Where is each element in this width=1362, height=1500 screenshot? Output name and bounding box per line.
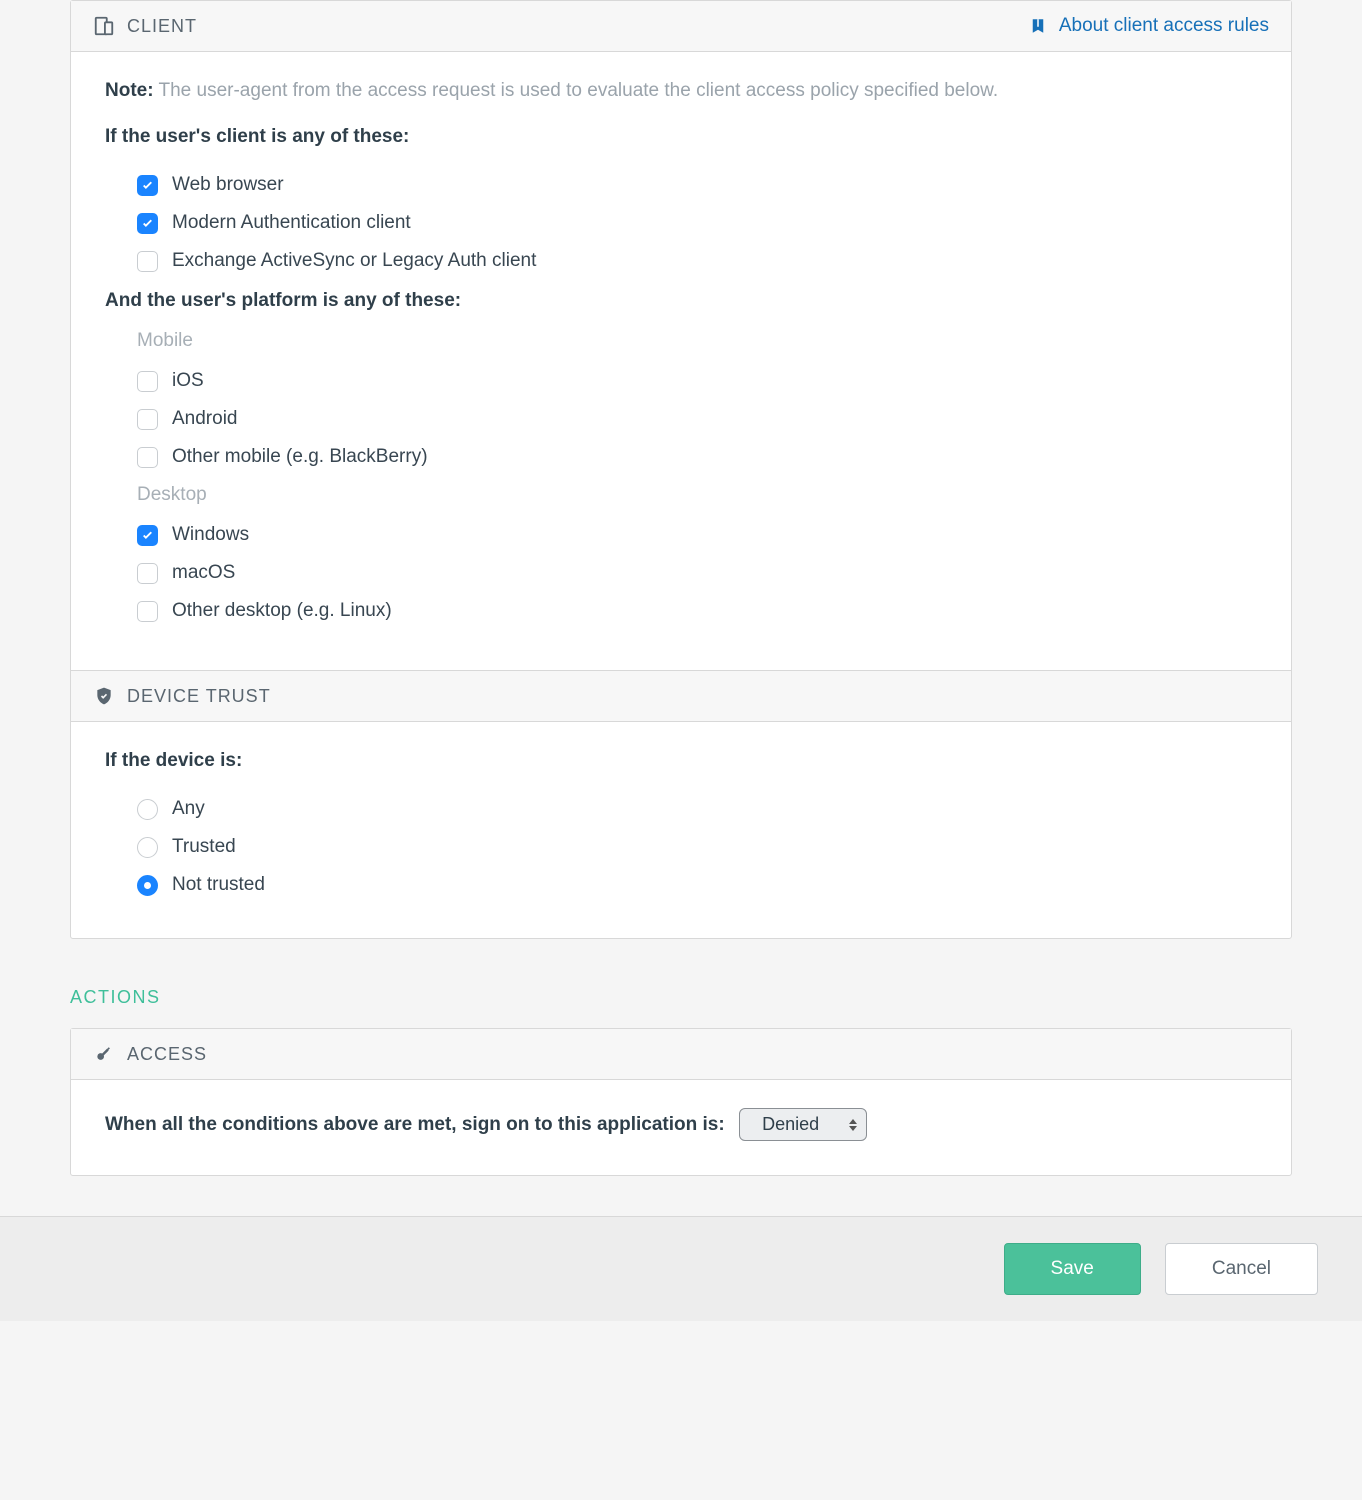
device-trust-heading: If the device is: — [105, 750, 1257, 772]
platform-0-0-row: iOS — [105, 362, 1257, 400]
device-trust-1-radio[interactable] — [137, 837, 158, 858]
device-trust-body: If the device is: Any Trusted Not trusted — [71, 722, 1291, 938]
platform-group-title: Desktop — [137, 484, 1257, 506]
client-option-0-row: Web browser — [105, 166, 1257, 204]
access-select-wrap: Denied — [739, 1108, 867, 1141]
platform-0-1-row: Android — [105, 400, 1257, 438]
note-text: The user-agent from the access request i… — [159, 80, 999, 101]
device-trust-panel-header: DEVICE TRUST — [71, 670, 1291, 722]
device-trust-0-row: Any — [105, 790, 1257, 828]
platform-0-1-checkbox[interactable] — [137, 409, 158, 430]
client-note: Note: The user-agent from the access req… — [105, 80, 1257, 102]
platform-0-2-checkbox[interactable] — [137, 447, 158, 468]
client-option-1-checkbox[interactable] — [137, 213, 158, 234]
client-panel: CLIENT About client access rules Note: T… — [70, 0, 1292, 939]
platform-0-0-checkbox[interactable] — [137, 371, 158, 392]
devices-icon — [93, 15, 115, 37]
key-icon — [93, 1043, 115, 1065]
access-body: When all the conditions above are met, s… — [71, 1080, 1291, 1175]
platform-1-0-row: Windows — [105, 516, 1257, 554]
cancel-button[interactable]: Cancel — [1165, 1243, 1318, 1295]
device-trust-2-label: Not trusted — [172, 874, 265, 896]
platform-heading: And the user's platform is any of these: — [105, 290, 1257, 312]
actions-section-title: ACTIONS — [70, 987, 1292, 1008]
platform-1-2-checkbox[interactable] — [137, 601, 158, 622]
device-trust-1-label: Trusted — [172, 836, 236, 858]
shield-check-icon — [93, 685, 115, 707]
access-title: ACCESS — [127, 1044, 207, 1065]
client-option-1-row: Modern Authentication client — [105, 204, 1257, 242]
client-option-2-checkbox[interactable] — [137, 251, 158, 272]
platform-0-1-label: Android — [172, 408, 238, 430]
platform-0-2-label: Other mobile (e.g. BlackBerry) — [172, 446, 428, 468]
platform-0-2-row: Other mobile (e.g. BlackBerry) — [105, 438, 1257, 476]
device-trust-2-radio[interactable] — [137, 875, 158, 896]
platform-0-0-label: iOS — [172, 370, 204, 392]
access-panel: ACCESS When all the conditions above are… — [70, 1028, 1292, 1176]
platform-1-1-row: macOS — [105, 554, 1257, 592]
device-trust-1-row: Trusted — [105, 828, 1257, 866]
client-type-heading: If the user's client is any of these: — [105, 126, 1257, 148]
client-option-0-checkbox[interactable] — [137, 175, 158, 196]
platform-1-0-label: Windows — [172, 524, 249, 546]
access-select[interactable]: Denied — [739, 1108, 867, 1141]
client-panel-body: Note: The user-agent from the access req… — [71, 52, 1291, 670]
platform-group-title: Mobile — [137, 330, 1257, 352]
client-option-2-row: Exchange ActiveSync or Legacy Auth clien… — [105, 242, 1257, 280]
footer-bar: Save Cancel — [0, 1216, 1362, 1321]
device-trust-0-label: Any — [172, 798, 205, 820]
platform-1-1-checkbox[interactable] — [137, 563, 158, 584]
platform-1-1-label: macOS — [172, 562, 235, 584]
device-trust-0-radio[interactable] — [137, 799, 158, 820]
note-label: Note: — [105, 80, 154, 101]
platform-1-2-label: Other desktop (e.g. Linux) — [172, 600, 392, 622]
client-option-0-label: Web browser — [172, 174, 284, 196]
about-client-access-rules-link[interactable]: About client access rules — [1027, 15, 1269, 37]
client-panel-header: CLIENT About client access rules — [71, 1, 1291, 52]
client-panel-title: CLIENT — [127, 16, 197, 37]
client-option-1-label: Modern Authentication client — [172, 212, 411, 234]
client-option-2-label: Exchange ActiveSync or Legacy Auth clien… — [172, 250, 536, 272]
device-trust-2-row: Not trusted — [105, 866, 1257, 904]
access-prompt: When all the conditions above are met, s… — [105, 1114, 725, 1136]
platform-1-0-checkbox[interactable] — [137, 525, 158, 546]
about-link-text: About client access rules — [1059, 15, 1269, 37]
save-button[interactable]: Save — [1004, 1243, 1141, 1295]
bookmark-icon — [1027, 15, 1049, 37]
access-panel-header: ACCESS — [71, 1029, 1291, 1080]
platform-1-2-row: Other desktop (e.g. Linux) — [105, 592, 1257, 630]
device-trust-title: DEVICE TRUST — [127, 686, 271, 707]
